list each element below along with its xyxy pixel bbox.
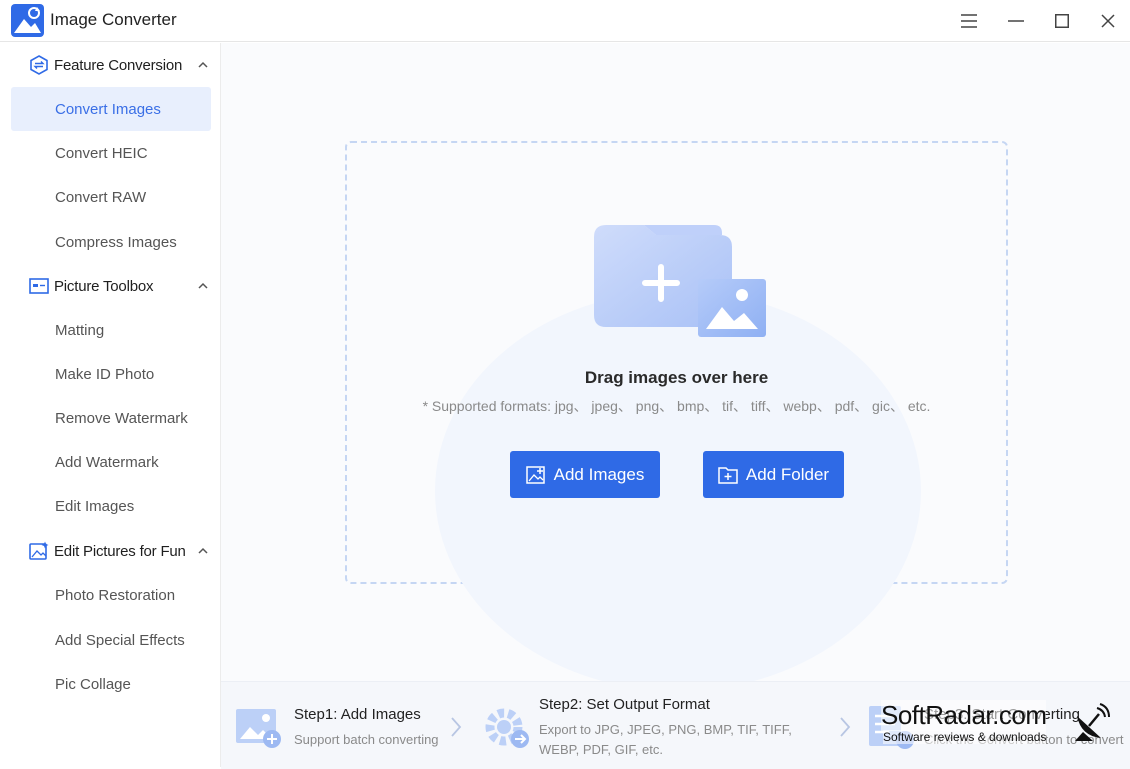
sidebar-item-label: Remove Watermark <box>55 410 188 427</box>
drop-zone[interactable]: Drag images over here * Supported format… <box>345 141 1008 681</box>
step1-desc: Support batch converting <box>294 732 439 747</box>
chevron-right-icon <box>451 717 462 737</box>
sidebar-item-convert-images[interactable]: Convert Images <box>11 87 211 131</box>
sidebar-item-remove-watermark[interactable]: Remove Watermark <box>11 396 211 440</box>
add-folder-button[interactable]: Add Folder <box>703 451 844 498</box>
sidebar-item-label: Photo Restoration <box>55 587 176 604</box>
maximize-icon[interactable] <box>1049 8 1075 34</box>
chevron-up-icon[interactable] <box>197 281 209 291</box>
add-image-icon <box>525 465 545 484</box>
watermark-sub-text: Software reviews & downloads <box>883 730 1047 744</box>
app-logo-icon <box>11 4 44 37</box>
close-icon[interactable] <box>1095 8 1121 34</box>
sidebar-item-add-watermark[interactable]: Add Watermark <box>11 440 211 484</box>
step2-desc-line1: Export to JPG, JPEG, PNG, BMP, TIF, TIFF… <box>539 722 792 737</box>
sidebar-item-make-id-photo[interactable]: Make ID Photo <box>11 352 211 396</box>
main-panel: Drag images over here * Supported format… <box>221 43 1130 681</box>
sidebar: Feature Conversion Convert Images Conver… <box>0 43 221 767</box>
chevron-up-icon[interactable] <box>197 546 209 556</box>
section-label: Edit Pictures for Fun <box>54 543 186 560</box>
sidebar-item-label: Convert RAW <box>55 189 147 206</box>
satellite-dish-icon <box>1075 703 1110 741</box>
sidebar-item-label: Convert Images <box>55 101 161 118</box>
chevron-up-icon[interactable] <box>197 60 209 70</box>
section-label: Picture Toolbox <box>54 278 154 295</box>
step1-title: Step1: Add Images <box>294 706 421 723</box>
sidebar-item-convert-heic[interactable]: Convert HEIC <box>11 131 211 175</box>
add-images-button[interactable]: Add Images <box>510 451 660 498</box>
background-arc <box>435 291 921 681</box>
softradar-watermark: SoftRadar.com Software reviews & downloa… <box>881 700 1111 750</box>
drop-zone-title: Drag images over here <box>584 368 769 387</box>
sidebar-item-photo-restoration[interactable]: Photo Restoration <box>11 573 211 617</box>
sidebar-item-label: Convert HEIC <box>55 145 148 162</box>
sidebar-item-label: Make ID Photo <box>55 366 155 383</box>
sidebar-item-label: Pic Collage <box>55 676 131 693</box>
app-title: Image Converter <box>50 10 177 29</box>
step-settings-icon <box>485 708 529 748</box>
section-feature-conversion[interactable]: Feature Conversion <box>0 45 221 85</box>
section-picture-toolbox[interactable]: Picture Toolbox <box>0 266 221 306</box>
sidebar-item-label: Add Special Effects <box>55 632 185 649</box>
sidebar-item-matting[interactable]: Matting <box>11 308 211 352</box>
step-add-images-icon <box>236 709 281 748</box>
sidebar-item-label: Edit Images <box>55 498 135 515</box>
conversion-icon <box>30 55 48 75</box>
add-folder-illustration-icon <box>594 225 766 337</box>
step2-title: Step2: Set Output Format <box>539 696 710 713</box>
toolbox-icon <box>29 278 49 294</box>
title-bar: Image Converter <box>0 0 1130 42</box>
sparkle-image-icon <box>29 541 49 560</box>
chevron-right-icon <box>840 717 851 737</box>
sidebar-item-edit-images[interactable]: Edit Images <box>11 484 211 528</box>
sidebar-item-convert-raw[interactable]: Convert RAW <box>11 175 211 219</box>
step2-desc-line2: WEBP, PDF, GIF, etc. <box>539 742 664 757</box>
add-images-label: Add Images <box>553 464 645 484</box>
add-folder-icon <box>718 466 738 484</box>
sidebar-item-pic-collage[interactable]: Pic Collage <box>11 662 211 706</box>
minimize-icon[interactable] <box>1003 8 1029 34</box>
sidebar-item-label: Matting <box>55 322 105 339</box>
add-folder-label: Add Folder <box>745 464 830 484</box>
sidebar-item-compress-images[interactable]: Compress Images <box>11 220 211 264</box>
sidebar-item-label: Add Watermark <box>55 454 159 471</box>
menu-icon[interactable] <box>956 8 982 34</box>
watermark-main-text: SoftRadar.com <box>881 700 1047 731</box>
section-edit-pictures-for-fun[interactable]: Edit Pictures for Fun <box>0 531 221 571</box>
sidebar-item-label: Compress Images <box>55 234 177 251</box>
section-label: Feature Conversion <box>54 57 183 74</box>
sidebar-item-add-special-effects[interactable]: Add Special Effects <box>11 618 211 662</box>
supported-formats: * Supported formats: jpg、 jpeg、 png、 bmp… <box>422 398 931 414</box>
